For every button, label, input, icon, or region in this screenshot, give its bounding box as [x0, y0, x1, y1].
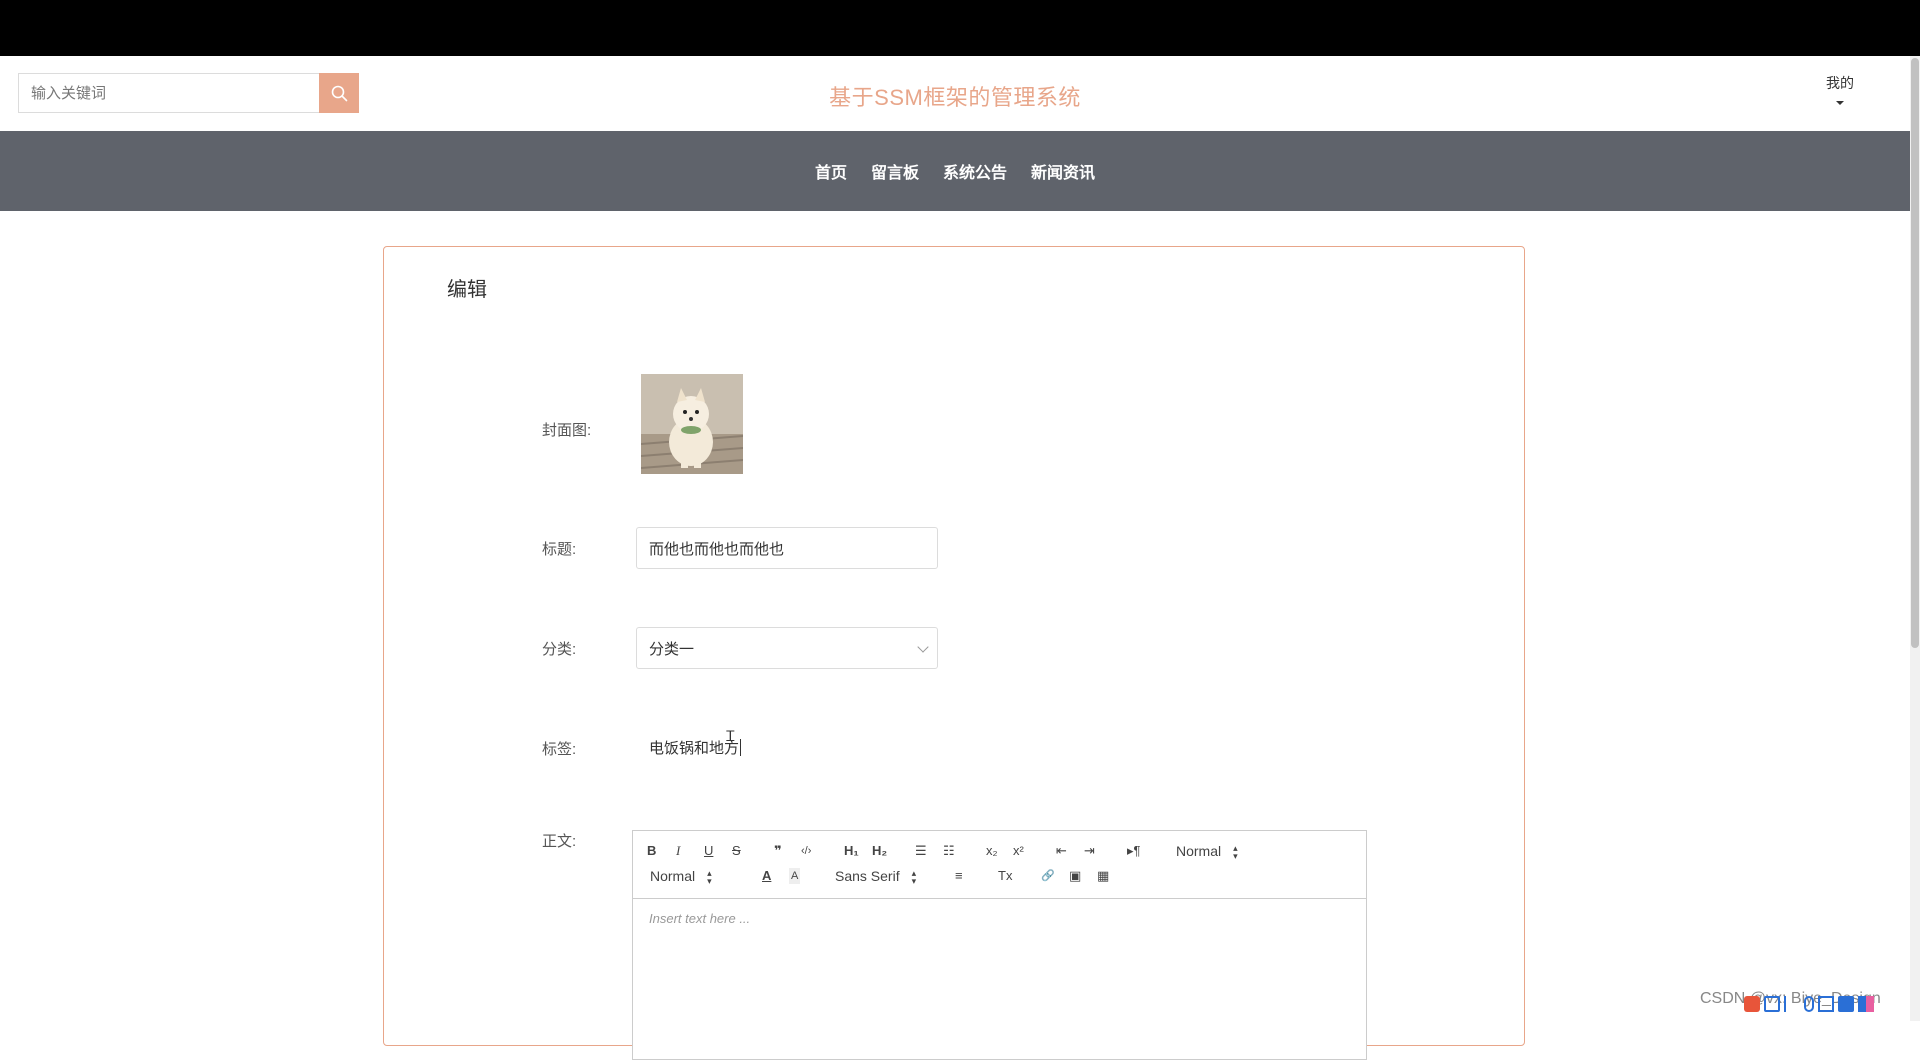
main-nav: 首页 留言板 系统公告 新闻资讯 [0, 131, 1910, 211]
select-arrows-icon: ▴ ▾ [911, 868, 917, 887]
background-color-button[interactable]: A [789, 868, 801, 884]
cover-label: 封面图: [542, 422, 592, 439]
header-2-button[interactable]: H₂ [872, 843, 887, 859]
search-input[interactable] [18, 73, 319, 113]
font-color-button[interactable]: A [762, 868, 771, 884]
category-label: 分类: [542, 641, 577, 658]
editor-placeholder: Insert text here ... [649, 911, 751, 926]
size-select-value: Normal [650, 868, 696, 884]
browser-top-bar [0, 0, 1920, 56]
scrollbar-thumb[interactable] [1911, 58, 1919, 648]
select-arrows-icon: ▴ ▾ [1233, 843, 1238, 862]
body-label: 正文: [542, 833, 577, 850]
dog-photo-image [641, 374, 743, 474]
italic-button[interactable]: I [676, 843, 680, 859]
ime-punctuation-icon[interactable] [1784, 996, 1800, 1012]
search-box [18, 73, 359, 113]
outdent-button[interactable]: ⇤ [1056, 843, 1067, 859]
chevron-down-icon [917, 641, 929, 653]
nav-item-home[interactable]: 首页 [803, 159, 859, 183]
image-button[interactable]: ▣ [1069, 868, 1081, 884]
ime-chinese-icon[interactable] [1764, 996, 1780, 1012]
bold-button[interactable]: B [647, 843, 656, 859]
cover-image[interactable] [641, 374, 743, 474]
indent-button[interactable]: ⇥ [1084, 843, 1095, 859]
editor-toolbar: B I U S ❞ ‹/› H₁ H₂ ☰ ☷ x₂ x² ⇤ ⇥ ▸¶ Nor… [633, 831, 1366, 899]
code-block-button[interactable]: ‹/› [801, 843, 811, 859]
user-menu-label: 我的 [1826, 75, 1854, 91]
header-select-value: Normal [1176, 843, 1222, 859]
video-button[interactable]: ▦ [1097, 868, 1109, 884]
bullet-list-button[interactable]: ☷ [943, 843, 955, 859]
align-button[interactable]: ≡ [955, 868, 963, 884]
text-direction-button[interactable]: ▸¶ [1127, 843, 1141, 859]
rich-text-editor: B I U S ❞ ‹/› H₁ H₂ ☰ ☷ x₂ x² ⇤ ⇥ ▸¶ Nor… [632, 830, 1367, 1060]
keyboard-icon[interactable] [1818, 996, 1834, 1012]
site-header: 基于SSM框架的管理系统 我的 [0, 56, 1910, 131]
apps-icon[interactable] [1858, 996, 1874, 1012]
microphone-icon[interactable] [1804, 996, 1814, 1012]
user-menu-button[interactable]: 我的 [1810, 73, 1870, 105]
ordered-list-button[interactable]: ☰ [915, 843, 927, 859]
system-tray [1744, 992, 1920, 1016]
editor-content[interactable]: Insert text here ... [649, 911, 750, 926]
nav-item-announcements[interactable]: 系统公告 [931, 159, 1019, 183]
mouse-text-cursor-icon: Ꮖ [726, 728, 736, 744]
search-button[interactable] [319, 73, 359, 113]
header-select[interactable]: Normal ▴ ▾ [1176, 843, 1238, 862]
superscript-button[interactable]: x² [1013, 843, 1024, 859]
title-input[interactable]: 而他也而他也而他也 [636, 527, 938, 569]
strike-button[interactable]: S [732, 843, 741, 859]
ime-logo-icon[interactable] [1744, 996, 1760, 1012]
clean-format-button[interactable]: Tx [998, 868, 1012, 884]
shirt-icon[interactable] [1838, 996, 1854, 1012]
select-arrows-icon: ▴ ▾ [707, 868, 712, 887]
tags-label: 标签: [542, 741, 577, 758]
edit-card: 编辑 封面图: 标题: 而他也而他也而他也 分类: 分类一 标签: 电饭锅和地方… [383, 246, 1525, 1060]
category-select-value: 分类一 [649, 640, 695, 658]
text-caret [740, 739, 742, 756]
subscript-button[interactable]: x₂ [986, 843, 998, 859]
font-select[interactable]: Sans Serif ▴ ▾ [835, 868, 917, 887]
link-button[interactable]: 🔗 [1041, 868, 1055, 884]
blockquote-button[interactable]: ❞ [774, 843, 782, 859]
size-select[interactable]: Normal ▴ ▾ [650, 868, 712, 887]
search-icon [331, 85, 347, 101]
font-select-value: Sans Serif [835, 868, 900, 884]
header-1-button[interactable]: H₁ [844, 843, 859, 859]
nav-item-message-board[interactable]: 留言板 [859, 159, 931, 183]
category-select[interactable]: 分类一 [636, 627, 938, 669]
caret-down-icon [1836, 101, 1844, 105]
title-label: 标题: [542, 541, 577, 558]
underline-button[interactable]: U [704, 843, 713, 859]
page-title: 编辑 [447, 279, 487, 301]
title-input-value: 而他也而他也而他也 [649, 540, 785, 558]
nav-item-news[interactable]: 新闻资讯 [1019, 159, 1107, 183]
